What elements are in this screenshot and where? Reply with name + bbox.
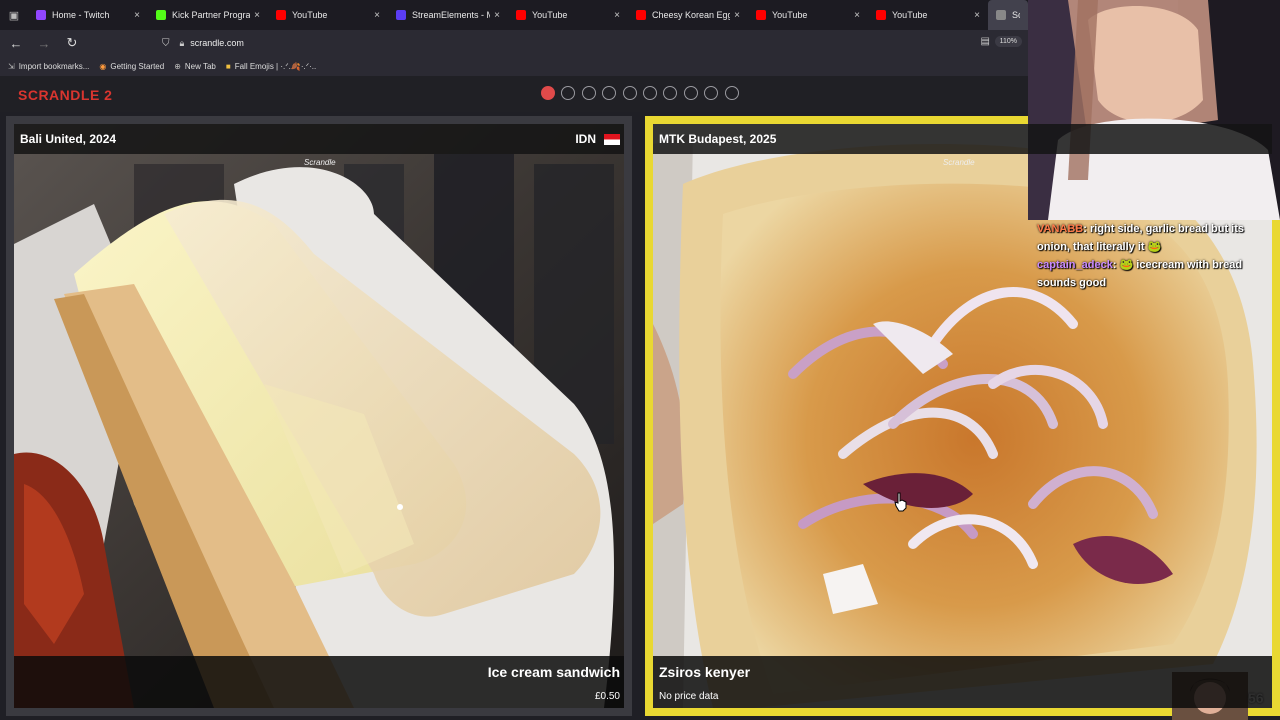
tab-favicon-icon <box>396 10 406 20</box>
tab-title: Scran <box>1012 10 1020 20</box>
progress-dot <box>581 86 596 100</box>
import-icon: ⇲ <box>8 61 15 71</box>
tab-title: Home - Twitch <box>52 10 110 20</box>
tab-favicon-icon <box>996 10 1006 20</box>
folder-icon: ■ <box>225 61 231 71</box>
close-tab-icon[interactable]: × <box>974 10 980 21</box>
progress-dot <box>724 86 739 100</box>
browser-tab[interactable]: Home - Twitch × <box>28 0 148 30</box>
tab-list-icon[interactable]: ▣ <box>0 0 28 30</box>
tab-title: YouTube <box>892 10 928 20</box>
tab-title: YouTube <box>532 10 568 20</box>
bookmark-getting-started[interactable]: ◉ Getting Started <box>99 62 164 71</box>
browser-tab-bar: ▣ Home - Twitch×Kick Partner Program -×Y… <box>0 0 1028 30</box>
webcam-image <box>1028 0 1280 220</box>
browser-tab[interactable]: YouTube × <box>868 0 988 30</box>
browser-tab[interactable]: Scran <box>988 0 1028 30</box>
close-tab-icon[interactable]: × <box>374 10 380 21</box>
indonesia-flag-icon <box>604 133 620 145</box>
dish-price: £0.50 <box>594 691 620 702</box>
chat-message: captain_adeck: 🐸 icecream with bread sou… <box>1037 256 1273 292</box>
chat-username: captain_adeck <box>1037 259 1113 271</box>
screen: ▣ Home - Twitch×Kick Partner Program -×Y… <box>0 0 1280 720</box>
progress-dot <box>622 86 637 100</box>
progress-dot <box>683 86 698 100</box>
progress-dot <box>642 86 657 100</box>
progress-dot <box>561 86 576 100</box>
browser-tab[interactable]: YouTube × <box>508 0 628 30</box>
url-text[interactable]: scrandle.com <box>190 38 244 48</box>
shield-icon[interactable]: ⛉ <box>162 38 170 49</box>
hand-cursor-icon <box>894 492 907 512</box>
lock-icon[interactable]: 🔒︎ <box>180 38 185 49</box>
bookmark-new-tab[interactable]: ⊕ New Tab <box>174 62 216 71</box>
progress-dot <box>541 86 555 100</box>
streamer-webcam <box>1028 0 1280 220</box>
progress-dots <box>541 86 745 100</box>
close-tab-icon[interactable]: × <box>254 10 260 21</box>
tab-title: StreamElements - My d <box>412 10 490 20</box>
food-card-left[interactable]: Bali United, 2024 IDN Scrandle Ice cream… <box>6 116 632 716</box>
reload-icon[interactable]: ↻ <box>60 31 84 55</box>
close-tab-icon[interactable]: × <box>134 10 140 21</box>
bookmarks-toolbar: ⇲ Import bookmarks... ◉ Getting Started ⊕ N… <box>0 56 1028 76</box>
food-photo-left[interactable]: Bali United, 2024 IDN Scrandle Ice cream… <box>14 124 624 708</box>
bookmark-import[interactable]: ⇲ Import bookmarks... <box>8 62 89 71</box>
dish-name: Ice cream sandwich <box>487 664 620 680</box>
progress-dot <box>602 86 617 100</box>
browser-tab[interactable]: Kick Partner Program -× <box>148 0 268 30</box>
watermark: Scrandle <box>304 158 336 167</box>
close-tab-icon[interactable]: × <box>494 10 500 21</box>
tab-favicon-icon <box>36 10 46 20</box>
tab-favicon-icon <box>156 10 166 20</box>
team-label: MTK Budapest, 2025 <box>659 132 777 146</box>
close-tab-icon[interactable]: × <box>734 10 740 21</box>
url-bar[interactable]: ⛉ 🔒︎ scrandle.com <box>162 32 1002 54</box>
progress-dot <box>704 86 719 100</box>
progress-dot <box>663 86 678 100</box>
dish-price: No price data <box>659 691 719 702</box>
bookmark-fall-emojis[interactable]: ■ Fall Emojis | ·.ᐟ.🍂·.ᐟ·.. <box>226 62 316 71</box>
tab-title: Kick Partner Program - <box>172 10 251 20</box>
close-tab-icon[interactable]: × <box>614 10 620 21</box>
ice-cream-sandwich-image <box>14 124 624 708</box>
reader-view-icon[interactable]: ▤ <box>981 36 990 47</box>
tab-favicon-icon <box>276 10 286 20</box>
tab-title: YouTube <box>772 10 808 20</box>
tab-favicon-icon <box>516 10 526 20</box>
browser-tab[interactable]: YouTube × <box>268 0 388 30</box>
chat-message: VANABB: right side, garlic bread but its… <box>1037 220 1273 256</box>
tab-favicon-icon <box>636 10 646 20</box>
tab-favicon-icon <box>756 10 766 20</box>
country-label: IDN <box>575 132 620 146</box>
team-label: Bali United, 2024 <box>20 132 117 146</box>
browser-tab[interactable]: StreamElements - My d × <box>388 0 508 30</box>
watermark: Scrandle <box>943 158 975 167</box>
tab-favicon-icon <box>876 10 886 20</box>
globe-icon: ⊕ <box>174 61 181 71</box>
firefox-icon: ◉ <box>99 61 107 71</box>
zoom-level[interactable]: 110% <box>994 36 1022 47</box>
app-logo[interactable]: SCRANDLE 2 <box>18 87 112 103</box>
dish-name: Zsiros kenyer <box>659 664 751 680</box>
tab-title: YouTube <box>292 10 328 20</box>
browser-tab[interactable]: Cheesy Korean Egg Toa× <box>628 0 748 30</box>
browser-tab[interactable]: YouTube × <box>748 0 868 30</box>
close-tab-icon[interactable]: × <box>854 10 860 21</box>
tab-title: Cheesy Korean Egg Toa <box>652 10 731 20</box>
browser-nav-bar: ← → ↻ ⛉ 🔒︎ scrandle.com ▤ 110% <box>0 30 1028 56</box>
forward-icon[interactable]: → <box>32 31 56 55</box>
chat-username: VANABB <box>1037 223 1084 235</box>
stream-chat: VANABB: right side, garlic bread but its… <box>1037 220 1273 292</box>
back-icon[interactable]: ← <box>4 31 28 55</box>
